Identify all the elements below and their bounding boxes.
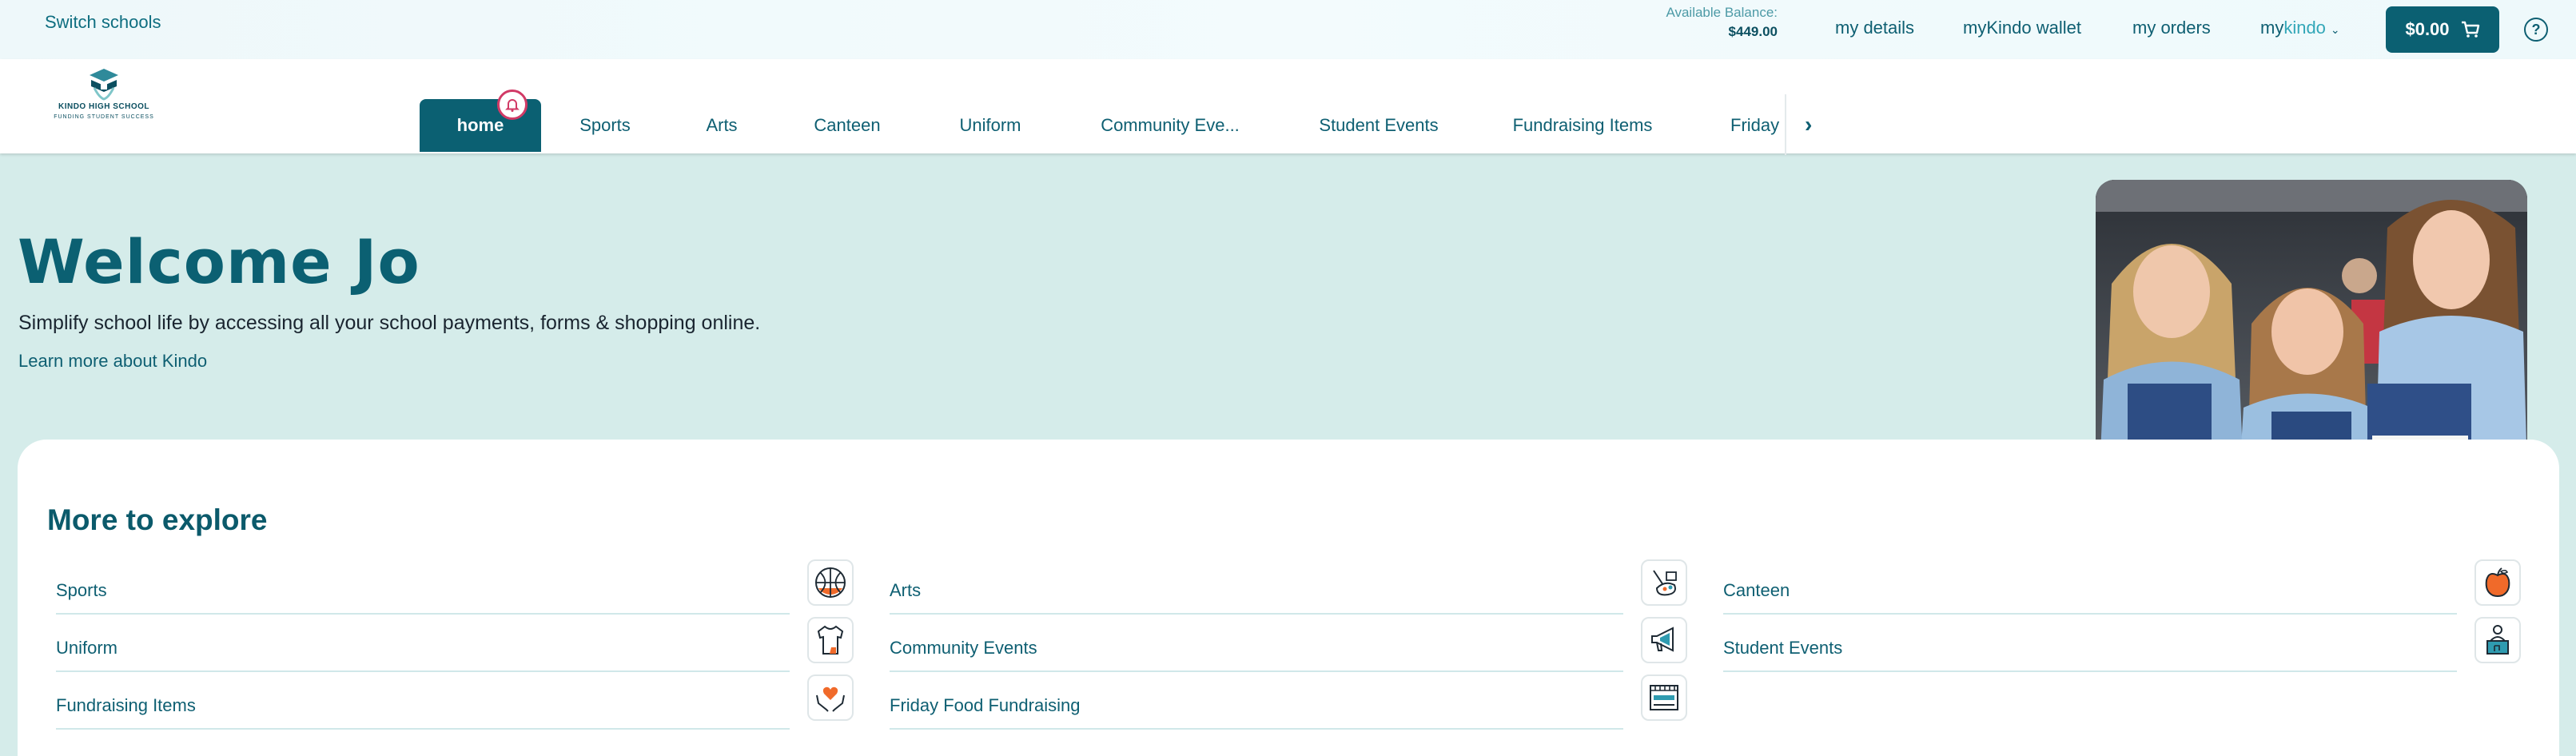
- hero-photo: [2096, 180, 2527, 474]
- my-details-link[interactable]: my details: [1835, 18, 1914, 38]
- tab-arts[interactable]: Arts: [687, 99, 756, 152]
- divider: [56, 613, 790, 615]
- divider: [890, 613, 1623, 615]
- divider: [56, 670, 790, 672]
- main-navigation: KINDO HIGH SCHOOL FUNDING STUDENT SUCCES…: [0, 59, 2576, 155]
- apple-icon: [2474, 559, 2521, 606]
- student-podium-icon: [2474, 617, 2521, 663]
- cart-total: $0.00: [2405, 19, 2450, 39]
- school-tagline: FUNDING STUDENT SUCCESS: [54, 114, 154, 120]
- explore-item-label: Student Events: [1723, 638, 1843, 658]
- heart-hands-icon: [807, 674, 854, 721]
- help-icon[interactable]: ?: [2524, 18, 2548, 42]
- tab-sports[interactable]: Sports: [559, 99, 651, 152]
- megaphone-icon: [1641, 617, 1687, 663]
- hero-tagline: Simplify school life by accessing all yo…: [18, 312, 761, 334]
- explore-item-label: Friday Food Fundraising: [890, 695, 1081, 715]
- chevron-right-icon[interactable]: ›: [1805, 112, 1812, 137]
- tab-fundraising-items[interactable]: Fundraising Items: [1503, 99, 1662, 152]
- explore-item-label: Sports: [56, 580, 107, 600]
- balance-label: Available Balance:: [1666, 5, 1778, 20]
- switch-schools-link[interactable]: Switch schools: [45, 12, 161, 33]
- explore-item-label: Canteen: [1723, 580, 1790, 600]
- tab-student-events[interactable]: Student Events: [1311, 99, 1447, 152]
- divider: [890, 728, 1623, 730]
- divider: [56, 728, 790, 730]
- welcome-heading: Welcome Jo: [18, 226, 420, 297]
- my-orders-link[interactable]: my orders: [2132, 18, 2211, 38]
- chevron-down-icon: ⌄: [2330, 23, 2340, 36]
- explore-item-label: Fundraising Items: [56, 695, 196, 715]
- explore-item-canteen[interactable]: Canteen: [1723, 559, 2562, 615]
- explore-item-label: Uniform: [56, 638, 118, 658]
- more-to-explore-title: More to explore: [47, 503, 268, 536]
- explore-item-uniform[interactable]: Uniform: [56, 617, 895, 673]
- tab-uniform[interactable]: Uniform: [943, 99, 1037, 152]
- cart-button[interactable]: $0.00: [2386, 6, 2499, 53]
- mykindo-wallet-link[interactable]: myKindo wallet: [1963, 18, 2081, 38]
- explore-item-label: Arts: [890, 580, 922, 600]
- explore-item-friday-food-fundraising[interactable]: Friday Food Fundraising: [890, 674, 1729, 730]
- mykindo-menu[interactable]: mykindo ⌄: [2260, 18, 2340, 38]
- learn-more-link[interactable]: Learn more about Kindo: [18, 351, 207, 372]
- explore-item-fundraising-items[interactable]: Fundraising Items: [56, 674, 895, 730]
- shirt-icon: [807, 617, 854, 663]
- available-balance: Available Balance: $449.00: [1653, 5, 1778, 40]
- explore-item-community-events[interactable]: Community Events: [890, 617, 1729, 673]
- cart-icon: [2461, 21, 2479, 38]
- mykindo-prefix: my: [2260, 18, 2284, 38]
- divider: [890, 670, 1623, 672]
- tab-canteen[interactable]: Canteen: [799, 99, 895, 152]
- tab-friday-food-fundraising[interactable]: Friday F: [1730, 99, 1785, 152]
- explore-item-student-events[interactable]: Student Events: [1723, 617, 2562, 673]
- tabs-overflow: Friday F: [1730, 99, 1785, 152]
- balance-value: $449.00: [1728, 24, 1778, 39]
- school-name: KINDO HIGH SCHOOL: [58, 102, 150, 111]
- notification-bell-icon[interactable]: [497, 90, 528, 120]
- nav-divider: [1785, 94, 1786, 155]
- divider: [1723, 670, 2457, 672]
- art-palette-icon: [1641, 559, 1687, 606]
- basketball-icon: [807, 559, 854, 606]
- explore-item-arts[interactable]: Arts: [890, 559, 1729, 615]
- explore-item-sports[interactable]: Sports: [56, 559, 895, 615]
- school-crest-icon: [90, 69, 118, 101]
- school-logo[interactable]: KINDO HIGH SCHOOL FUNDING STUDENT SUCCES…: [48, 64, 160, 136]
- tab-community-events[interactable]: Community Eve...: [1090, 99, 1250, 152]
- explore-item-label: Community Events: [890, 638, 1037, 658]
- mykindo-suffix: kindo: [2283, 18, 2326, 38]
- divider: [1723, 613, 2457, 615]
- top-utility-bar: Switch schools Available Balance: $449.0…: [0, 0, 2576, 59]
- food-tray-icon: [1641, 674, 1687, 721]
